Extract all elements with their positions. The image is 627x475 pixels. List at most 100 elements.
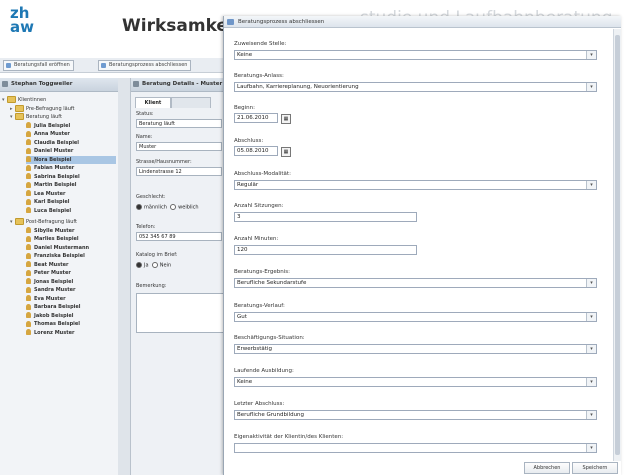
tree-client-item[interactable]: Anna Muster [26,130,116,138]
end-date-field[interactable]: 05.08.2010 [234,146,278,156]
chevron-down-icon[interactable]: ▾ [586,345,596,353]
course-label: Beratungs-Verlauf: [234,303,285,309]
chevron-down-icon[interactable]: ▾ [586,444,596,452]
tree-client-item[interactable]: Karl Beispiel [26,198,116,206]
person-icon [26,235,31,242]
tree-client-item[interactable]: Beat Muster [26,261,116,269]
tree-client-item[interactable]: Daniel Mustermann [26,244,116,252]
course-select[interactable]: Gut ▾ [234,312,597,322]
begin-label: Beginn: [234,105,256,111]
last-degree-select[interactable]: Berufliche Grundbildung ▾ [234,410,597,420]
result-select[interactable]: Berufliche Sekundarstufe ▾ [234,278,597,288]
result-value: Berufliche Sekundarstufe [237,280,307,286]
zhaw-logo: zh aw [10,6,44,46]
training-select[interactable]: Keine ▾ [234,377,597,387]
client-name: Sandra Muster [34,287,76,293]
tree-client-item[interactable]: Jakob Beispiel [26,312,116,320]
tab-klient[interactable]: Klient [135,97,171,108]
tree-scrollbar[interactable] [118,78,131,475]
tree-client-item[interactable]: Fabian Muster [26,164,116,172]
save-button[interactable]: Speichern [572,462,618,474]
minutes-field[interactable]: 120 [234,245,417,255]
tree-root[interactable]: ▾ Klientinnen [2,96,116,104]
chevron-down-icon[interactable]: ▾ [586,83,596,91]
minutes-label: Anzahl Minuten: [234,236,279,242]
chevron-down-icon[interactable]: ▾ [586,411,596,419]
tree-client-item[interactable]: Lorenz Muster [26,329,116,337]
dialog-icon [227,19,234,25]
client-name: Marlies Beispiel [34,236,79,242]
sessions-field[interactable]: 3 [234,212,417,222]
gender-female-radio[interactable] [170,204,177,210]
phone-field[interactable]: 052 345 67 89 [136,232,222,241]
modality-select[interactable]: Regulär ▾ [234,180,597,190]
status-field[interactable]: Beratung läuft [136,119,222,128]
tree-client-item[interactable]: Julia Beispiel [26,122,116,130]
tree-client-item[interactable]: Nora Beispiel [26,155,116,164]
tree-group-running[interactable]: ▾ Beratung läuft [10,113,116,121]
tree-client-item[interactable]: Thomas Beispiel [26,320,116,328]
chevron-down-icon[interactable]: ▾ [586,181,596,189]
close-process-dialog: Beratungsprozess abschliessen Zuweisende… [223,16,621,475]
tree-client-item[interactable]: Marlies Beispiel [26,235,116,243]
tree-client-item[interactable]: Jonas Beispiel [26,278,116,286]
person-icon [26,181,31,188]
tree-client-item[interactable]: Lea Muster [26,190,116,198]
employment-select[interactable]: Erwerbstätig ▾ [234,344,597,354]
tree-client-item[interactable]: Sabrina Beispiel [26,173,116,181]
calendar-icon[interactable]: ▦ [281,114,291,124]
tree-client-item[interactable]: Sibylle Muster [26,227,116,235]
chevron-down-icon[interactable]: ▾ [586,378,596,386]
calendar-icon[interactable]: ▦ [281,147,291,157]
chevron-down-icon[interactable]: ▾ [586,51,596,59]
catalog-no-radio[interactable] [151,262,158,268]
client-name: Thomas Beispiel [34,321,80,327]
chevron-down-icon[interactable]: ▾ [586,279,596,287]
catalog-yes-radio[interactable] [136,262,142,268]
person-icon [26,312,31,318]
person-icon [26,329,31,335]
gender-label: Geschlecht: [136,194,166,200]
client-name: Jonas Beispiel [34,278,74,285]
modality-value: Regulär [237,182,259,188]
client-name: Peter Muster [34,270,71,276]
folder-icon [15,104,24,112]
sessions-label: Anzahl Sitzungen: [234,203,284,209]
referring-office-select[interactable]: Keine ▾ [234,50,597,60]
tree-pane-title: Stephan Toggweiler [11,81,73,87]
tree-client-item[interactable]: Barbara Beispiel [26,303,116,311]
person-icon [26,252,31,259]
open-case-button[interactable]: Beratungsfall eröffnen [3,60,74,71]
person-icon [26,130,31,137]
tree-client-item[interactable]: Franziska Beispiel [26,252,116,260]
tab-second[interactable] [171,97,211,108]
gender-male-radio[interactable] [136,204,142,210]
dialog-scrollbar[interactable] [613,29,621,461]
self-activity-select[interactable]: ▾ [234,443,597,453]
street-field[interactable]: Lindenstrasse 12 [136,167,222,176]
last-degree-label: Letzter Abschluss: [234,401,285,407]
close-process-button[interactable]: Beratungsprozess abschliessen [98,60,192,71]
tree-group-post[interactable]: ▾ Post-Befragung läuft [10,218,116,226]
tree-group-pre[interactable]: ▸ Pre-Befragung läuft [10,104,116,113]
dialog-scroll-thumb[interactable] [615,35,620,455]
tree-client-item[interactable]: Martin Beispiel [26,181,116,189]
street-label: Strasse/Hausnummer: [136,159,192,165]
tree-client-item[interactable]: Luca Beispiel [26,207,116,215]
reason-select[interactable]: Laufbahn, Karriereplanung, Neuorientieru… [234,82,597,92]
person-icon [26,207,31,213]
details-pane-title: Beratung Details - Muster [142,81,223,87]
tree-client-item[interactable]: Daniel Muster [26,147,116,155]
client-name: Karl Beispiel [34,199,70,205]
name-field[interactable]: Muster [136,142,222,151]
chevron-down-icon[interactable]: ▾ [586,313,596,321]
tree-client-item[interactable]: Sandra Muster [26,286,116,294]
result-label: Beratungs-Ergebnis: [234,269,290,275]
remark-textarea[interactable] [136,293,224,333]
tree-client-item[interactable]: Eva Muster [26,295,116,303]
begin-date-field[interactable]: 21.06.2010 [234,113,278,123]
cancel-button[interactable]: Abbrechen [524,462,570,474]
tree-client-item[interactable]: Claudia Beispiel [26,139,116,147]
tree-client-item[interactable]: Peter Muster [26,269,116,277]
person-icon [26,295,31,301]
